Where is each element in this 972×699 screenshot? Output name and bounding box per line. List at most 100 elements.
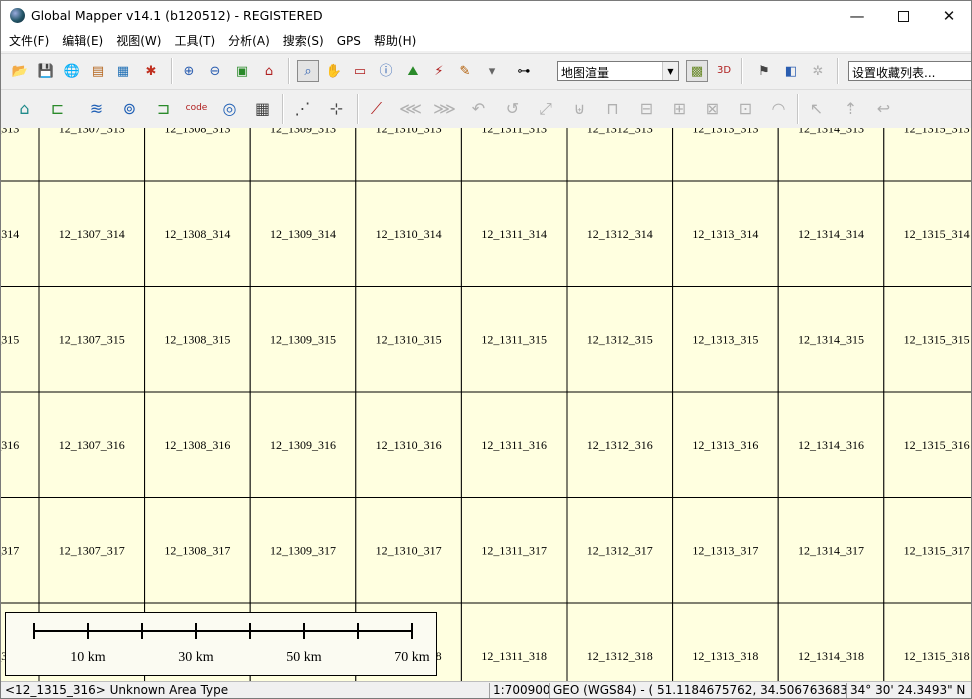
union-icon[interactable]: ⊎	[566, 95, 593, 122]
config-icon[interactable]: ✱	[140, 60, 162, 82]
arrow-up-icon[interactable]: ⇡	[837, 95, 864, 122]
minimize-button[interactable]: —	[834, 1, 880, 31]
path-profile-icon[interactable]: ⛰	[402, 60, 424, 82]
move-vertex-icon[interactable]: ⊹	[323, 95, 350, 122]
globe-data-icon[interactable]: 🌐	[61, 60, 83, 82]
zoom-in-icon[interactable]: ⊕	[178, 60, 200, 82]
tile-label: 12_1313_314	[692, 227, 758, 241]
menu-file[interactable]: 文件(F)	[1, 31, 55, 51]
render-mode-value: 地图渲量	[561, 66, 610, 80]
split-line-icon[interactable]: ⋘	[397, 95, 424, 122]
maximize-icon	[897, 10, 909, 22]
open-folder-icon[interactable]: 📂	[9, 60, 31, 82]
export-icon[interactable]: ▦	[112, 60, 134, 82]
create-contour-icon[interactable]: ≋	[83, 95, 110, 122]
map-view[interactable]: 12_1306_313 12_1306_314 12_1306_315 12_1306…	[1, 128, 971, 681]
map-tile[interactable]	[883, 602, 971, 681]
map-tile[interactable]	[249, 128, 357, 182]
menu-bar: 文件(F) 编辑(E) 视图(W) 工具(T) 分析(A) 搜索(S) GPS …	[1, 31, 971, 51]
menu-help[interactable]: 帮助(H)	[367, 31, 422, 51]
map-tile[interactable]	[672, 602, 779, 681]
join-line-icon[interactable]: ⋙	[431, 95, 458, 122]
maximize-button[interactable]	[880, 1, 926, 31]
tile-label: 12_1306_317	[1, 543, 19, 557]
render-mode-select[interactable]: 地图渲量 ▼	[557, 61, 679, 81]
zoom-out-icon[interactable]: ⊖	[204, 60, 226, 82]
tile-label: 12_1310_314	[376, 227, 442, 241]
zoom-tool-icon[interactable]: ⌕	[297, 60, 319, 82]
grid-snap-icon[interactable]: ✲	[807, 60, 829, 82]
full-view-icon[interactable]: ▣	[231, 60, 253, 82]
tile-label: 12_1310_313	[376, 128, 442, 135]
grid-icon[interactable]: ▦	[249, 95, 276, 122]
create-ring-icon[interactable]: ⊚	[116, 95, 143, 122]
menu-view[interactable]: 视图(W)	[109, 31, 167, 51]
print-icon[interactable]: ▤	[87, 60, 109, 82]
buffer-icon[interactable]: ⊞	[666, 95, 693, 122]
menu-tools[interactable]: 工具(T)	[167, 31, 221, 51]
scale-label-50km: 50 km	[286, 650, 322, 665]
map-tile[interactable]	[460, 602, 568, 681]
menu-edit[interactable]: 编辑(E)	[55, 31, 109, 51]
menu-analysis[interactable]: 分析(A)	[221, 31, 276, 51]
save-icon[interactable]: 💾	[35, 60, 57, 82]
reshape-icon[interactable]: ↶	[465, 95, 492, 122]
layers-icon[interactable]: ◧	[780, 60, 802, 82]
map-tile[interactable]	[38, 128, 146, 182]
simplify-icon[interactable]: ⊠	[699, 95, 726, 122]
menu-search[interactable]: 搜索(S)	[276, 31, 330, 51]
arrow-back-icon[interactable]: ↖	[803, 95, 830, 122]
tile-label: 12_1308_313	[164, 128, 230, 135]
flag-icon[interactable]: ⚑	[753, 60, 775, 82]
undo-icon[interactable]: ↩	[870, 95, 897, 122]
map-tile[interactable]	[144, 128, 251, 182]
map-tile[interactable]	[777, 602, 885, 681]
chevron-down-icon: ▼	[662, 62, 678, 80]
3d-view-icon[interactable]: 3D	[713, 60, 735, 82]
tile-label: 12_1315_313	[904, 128, 970, 135]
status-dms: 34° 30' 24.3493" N	[846, 683, 971, 698]
tile-label: 12_1308_316	[164, 438, 230, 452]
difference-icon[interactable]: ⊟	[633, 95, 660, 122]
map-tile[interactable]	[1, 128, 40, 182]
map-tile[interactable]	[777, 128, 885, 182]
tile-label: 12_1313_317	[692, 543, 758, 557]
create-point-line-icon[interactable]: ⊐	[150, 95, 177, 122]
create-line-icon[interactable]: ⊏	[44, 95, 71, 122]
main-toolbar: 📂 💾 🌐 ▤ ▦ ✱ ⊕ ⊖ ▣ ⌂ ⌕ ✋ ▭ ⓘ ⛰ ⚡ ✎ ▾ ⊶ 地图…	[1, 53, 971, 90]
smooth-icon[interactable]: ◠	[765, 95, 792, 122]
title-bar: Global Mapper v14.1 (b120512) - REGISTER…	[1, 1, 971, 31]
measure-icon[interactable]: ▭	[349, 60, 371, 82]
tile-label: 12_1313_316	[692, 438, 758, 452]
create-area-icon[interactable]: ⌂	[11, 95, 38, 122]
binoculars-icon[interactable]: ⊶	[513, 60, 535, 82]
edit-line-icon[interactable]: ⟋	[363, 95, 390, 122]
intersect-icon[interactable]: ⊓	[599, 95, 626, 122]
menu-gps[interactable]: GPS	[330, 31, 367, 51]
code-icon[interactable]: code	[183, 95, 210, 122]
bookmarks-input[interactable]: 设置收藏列表...	[848, 61, 971, 81]
digitizer-icon[interactable]: ✎	[454, 60, 476, 82]
map-tile[interactable]	[672, 128, 779, 182]
home-icon[interactable]: ⌂	[258, 60, 280, 82]
rotate-icon[interactable]: ↺	[499, 95, 526, 122]
map-tile[interactable]	[566, 128, 674, 182]
map-tile[interactable]	[883, 128, 971, 182]
close-button[interactable]: ✕	[926, 1, 971, 31]
map-tile[interactable]	[460, 128, 568, 182]
tile-label: 12_1309_315	[270, 332, 336, 346]
vertex-edit-icon[interactable]: ⋰	[289, 95, 316, 122]
shader-icon[interactable]: ▩	[686, 60, 708, 82]
feature-info-icon[interactable]: ⓘ	[375, 60, 397, 82]
tile-label: 12_1307_313	[59, 128, 125, 135]
tower-icon[interactable]: ⚡	[428, 60, 450, 82]
tile-label: 12_1312_315	[587, 332, 653, 346]
tile-label: 12_1312_318	[587, 649, 653, 663]
scale-icon[interactable]: ⤢	[532, 95, 559, 122]
crop-icon[interactable]: ⊡	[732, 95, 759, 122]
dropdown-tool-icon[interactable]: ▾	[481, 60, 503, 82]
range-ring-icon[interactable]: ◎	[216, 95, 243, 122]
map-tile[interactable]	[355, 128, 462, 182]
map-tile[interactable]	[566, 602, 674, 681]
pan-hand-icon[interactable]: ✋	[323, 60, 345, 82]
